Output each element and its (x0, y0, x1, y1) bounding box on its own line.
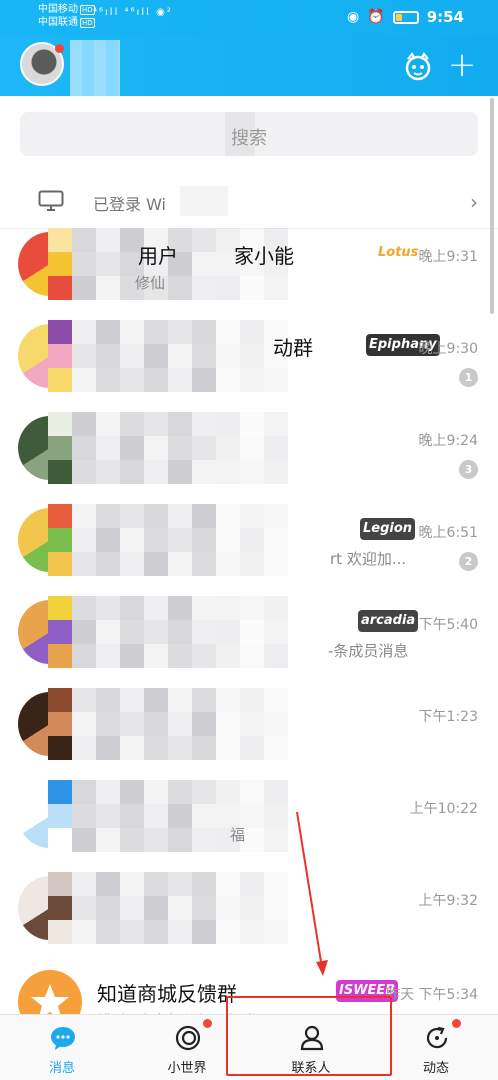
privacy-mosaic (48, 504, 288, 576)
chat-row[interactable]: 动群 Epiphany 晚上9:30 1 (0, 310, 498, 402)
small-world-icon (175, 1025, 201, 1051)
chat-bubble-icon (51, 1027, 75, 1050)
privacy-mosaic (48, 688, 288, 760)
tab-label: 小世界 (167, 1061, 207, 1076)
notification-dot (203, 1019, 212, 1028)
group-tag-badge: arcadia (358, 610, 419, 632)
my-avatar[interactable] (20, 42, 64, 86)
tab-label: 消息 (48, 1061, 75, 1076)
status-bar: 中国移动 HD 中国联通 HD ⁴⁶ıll ⁴⁶ıll ◉² ◉ ⏰ 9:54 (0, 0, 498, 36)
privacy-mosaic (48, 320, 288, 392)
group-tag-badge: Legion (360, 518, 416, 540)
app-header: + (0, 36, 498, 96)
unread-badge: 1 (459, 368, 478, 387)
chat-time: 上午9:32 (418, 893, 478, 909)
scrollbar[interactable] (490, 98, 494, 314)
highlight-box (226, 996, 392, 1076)
plus-icon[interactable]: + (446, 48, 478, 82)
chat-name: 知道商城反馈群 (97, 982, 237, 1006)
tab-small-world[interactable]: 小世界 (142, 1015, 232, 1080)
chat-preview: 修仙 (135, 274, 166, 292)
alarm-icon: ⏰ (367, 9, 385, 25)
chat-time: 上午10:22 (409, 801, 478, 817)
chat-time: 晚上9:31 (418, 249, 478, 265)
chat-row[interactable]: 福 上午10:22 (0, 770, 498, 862)
battery-icon (392, 10, 419, 24)
nickname-mosaic (70, 40, 120, 96)
activity-refresh-icon (426, 1026, 448, 1049)
chat-time: 晚上6:51 (418, 525, 478, 541)
privacy-mosaic (48, 596, 288, 668)
chat-preview: 福 (230, 826, 246, 844)
chat-row[interactable]: 晚上9:24 3 (0, 402, 498, 494)
clock: 9:54 (426, 8, 464, 26)
search-placeholder: 搜索 (231, 128, 267, 149)
unread-badge: 3 (459, 460, 478, 479)
group-tag-badge: Lotus (378, 245, 419, 260)
chat-name-suffix: 动群 (273, 336, 313, 360)
assistant-bot-icon[interactable] (402, 50, 434, 82)
signal-icons: ⁴⁶ıll ⁴⁶ıll ◉² (93, 7, 173, 18)
chevron-right-icon: › (470, 190, 478, 214)
chat-time: 下午1:23 (418, 709, 478, 725)
notification-dot (452, 1019, 461, 1028)
chat-name: 用户 (138, 244, 178, 268)
chat-time: 晚上9:24 (418, 433, 478, 449)
chat-time: 下午5:40 (418, 617, 478, 633)
chat-row[interactable]: 上午9:32 (0, 862, 498, 954)
chat-preview: rt 欢迎加... (330, 550, 407, 568)
chat-row[interactable]: rt 欢迎加... Legion 晚上6:51 2 (0, 494, 498, 586)
chat-row[interactable]: 用户 家小能修仙 Lotus 晚上9:31 (0, 218, 498, 310)
monitor-icon (38, 190, 64, 211)
status-right: ◉ ⏰ 9:54 (347, 8, 464, 26)
tab-label: 动态 (422, 1061, 449, 1076)
privacy-mosaic (48, 872, 288, 944)
eye-icon: ◉ (347, 9, 360, 25)
chat-time: 晚上9:30 (418, 341, 478, 357)
chat-time: 昨天 下午5:34 (386, 987, 478, 1003)
carrier-1: 中国移动 HD (38, 4, 95, 15)
chat-name-suffix: 家小能 (234, 244, 294, 268)
device-label: 已登录 Wi (93, 195, 167, 214)
chat-row[interactable]: 下午1:23 (0, 678, 498, 770)
chat-preview: -条成员消息 (328, 642, 409, 660)
privacy-mosaic (48, 412, 288, 484)
privacy-mosaic (48, 780, 288, 852)
tab-messages[interactable]: 消息 (17, 1015, 107, 1080)
notification-dot (55, 44, 64, 53)
tab-activity[interactable]: 动态 (391, 1015, 481, 1080)
unread-badge: 2 (459, 552, 478, 571)
carrier-2: 中国联通 HD (38, 17, 95, 28)
chat-row[interactable]: -条成员消息 arcadia 下午5:40 (0, 586, 498, 678)
search-bar[interactable]: 搜索 (20, 112, 478, 156)
device-mosaic (180, 186, 228, 216)
